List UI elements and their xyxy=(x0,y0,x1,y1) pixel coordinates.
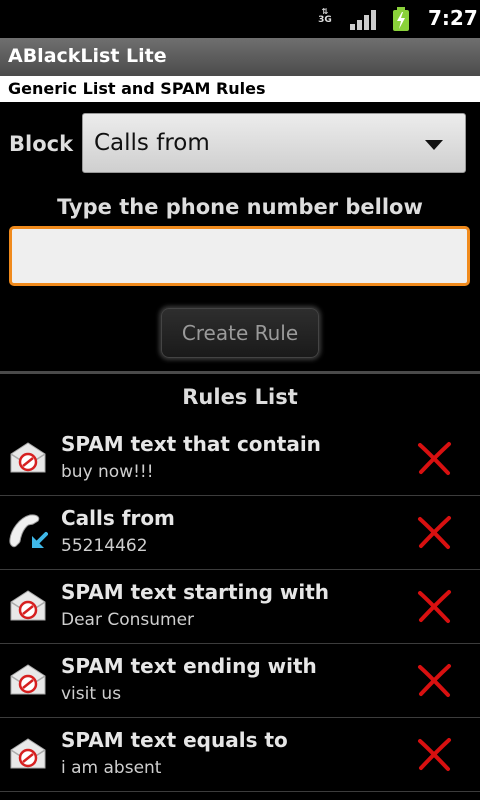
dropdown-arrow-icon xyxy=(425,140,443,150)
rule-item[interactable]: SPAM text starting with Dear Consumer xyxy=(0,570,480,644)
rule-type: SPAM text ending with xyxy=(61,654,317,678)
status-clock: 7:27 xyxy=(428,6,478,30)
rule-value: visit us xyxy=(61,684,122,704)
phone-number-input[interactable] xyxy=(9,226,470,286)
sms-block-icon xyxy=(10,738,46,769)
rule-type: SPAM text starting with xyxy=(61,580,330,604)
rule-type: SPAM text equals to xyxy=(61,728,288,752)
block-type-selected: Calls from xyxy=(94,130,210,156)
delete-rule-icon[interactable] xyxy=(416,662,452,698)
rule-item[interactable]: SPAM text equals to i am absent xyxy=(0,718,480,792)
list-divider xyxy=(0,791,480,792)
phone-incoming-icon xyxy=(9,514,48,548)
create-rule-label: Create Rule xyxy=(181,321,299,345)
sms-block-icon xyxy=(10,442,46,473)
app-title: ABlackList Lite xyxy=(8,45,167,67)
rule-item[interactable]: Calls from 55214462 xyxy=(0,496,480,570)
delete-rule-icon[interactable] xyxy=(416,588,452,624)
signal-strength-icon xyxy=(350,10,376,30)
rule-type: SPAM text that contain xyxy=(61,432,321,456)
rule-type: Calls from xyxy=(61,506,175,530)
rule-value: buy now!!! xyxy=(61,462,154,482)
rules-list-header: Rules List xyxy=(182,385,298,409)
screen-subtitle: Generic List and SPAM Rules xyxy=(8,79,266,98)
rule-value: i am absent xyxy=(61,758,162,778)
sms-block-icon xyxy=(10,590,46,621)
phone-prompt: Type the phone number bellow xyxy=(57,195,423,219)
block-type-spinner[interactable]: Calls from xyxy=(82,113,466,173)
delete-rule-icon[interactable] xyxy=(416,440,452,476)
rule-value: 55214462 xyxy=(61,536,148,556)
rule-item[interactable]: SPAM text ending with visit us xyxy=(0,644,480,718)
status-bar: ⇅ 3G 7:27 xyxy=(0,0,480,38)
subtitle-bar: Generic List and SPAM Rules xyxy=(0,76,480,102)
delete-rule-icon[interactable] xyxy=(416,736,452,772)
create-rule-button[interactable]: Create Rule xyxy=(161,308,319,358)
section-divider xyxy=(0,371,480,374)
network-3g-icon: ⇅ 3G xyxy=(318,7,332,25)
sms-block-icon xyxy=(10,664,46,695)
delete-rule-icon[interactable] xyxy=(416,514,452,550)
app-title-bar: ABlackList Lite xyxy=(0,38,480,76)
battery-charging-icon xyxy=(393,7,409,31)
block-label: Block xyxy=(9,132,74,156)
rule-value: Dear Consumer xyxy=(61,610,195,630)
rule-item[interactable]: SPAM text that contain buy now!!! xyxy=(0,422,480,496)
